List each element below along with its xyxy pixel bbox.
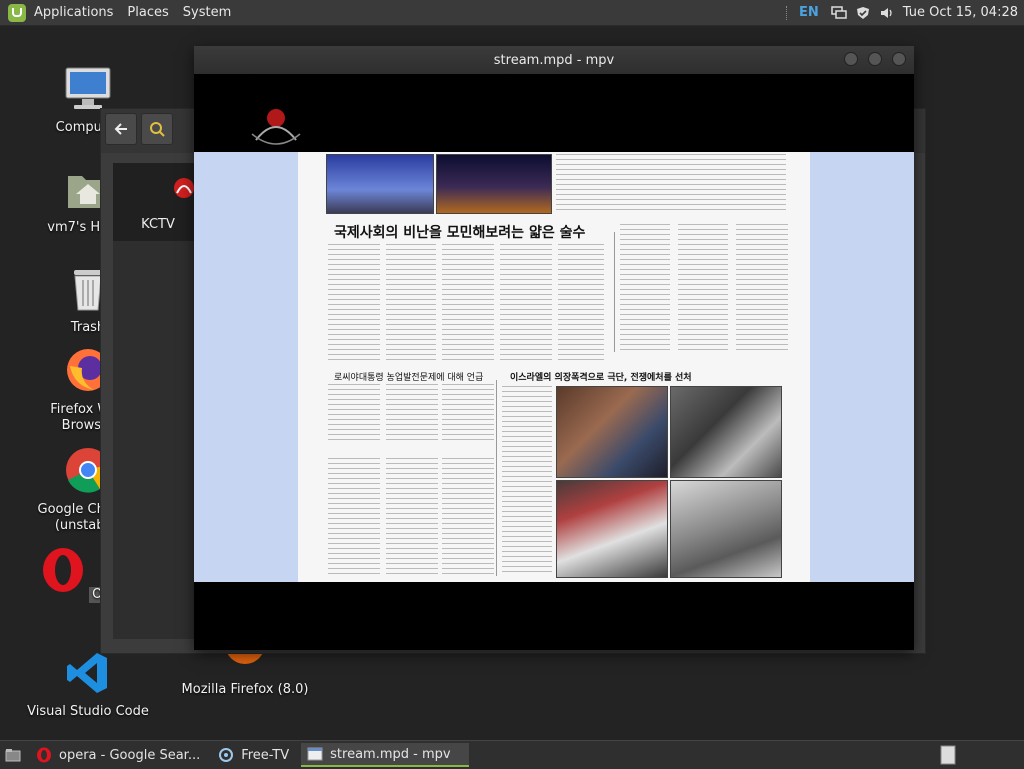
maximize-button[interactable]	[868, 52, 882, 66]
minimize-button[interactable]	[844, 52, 858, 66]
desktop-icon-label: Mozilla Firefox (8.0)	[181, 682, 309, 697]
channel-label: KCTV	[141, 217, 175, 232]
workspace-icon	[940, 745, 956, 765]
taskbar: opera - Google Sear... Free-TV stream.mp…	[0, 740, 1024, 769]
text-column	[442, 384, 494, 442]
desktop-icon-vscode[interactable]: Visual Studio Code	[23, 650, 153, 720]
menu-system[interactable]: System	[183, 5, 231, 20]
top-panel: Applications Places System EN Tue Oct 15…	[0, 0, 1024, 26]
text-column	[386, 244, 436, 364]
mpv-icon	[307, 747, 323, 761]
text-column	[502, 386, 552, 576]
computer-icon	[65, 67, 111, 109]
photo-buildings	[326, 154, 434, 214]
back-arrow-icon	[114, 123, 127, 135]
opera-icon	[37, 747, 51, 763]
taskbar-item-opera[interactable]: opera - Google Sear...	[30, 743, 208, 767]
text-column	[558, 244, 604, 364]
photo-crowd-1	[556, 386, 668, 478]
channel-item-kctv[interactable]: KCTV	[113, 163, 203, 241]
clock[interactable]: Tue Oct 15, 04:28	[903, 5, 1018, 20]
volume-icon[interactable]	[879, 6, 895, 20]
text-column	[500, 244, 552, 364]
show-desktop-button[interactable]	[2, 745, 24, 765]
mint-menu-icon[interactable]	[8, 3, 26, 22]
system-tray: EN Tue Oct 15, 04:28	[786, 0, 1024, 25]
search-icon	[150, 122, 165, 137]
text-column	[386, 384, 438, 442]
shield-icon[interactable]	[855, 6, 871, 20]
headline-left-1: 로씨야대통령 농업발전문제에 대해 언급	[334, 373, 484, 383]
network-icon[interactable]	[831, 5, 847, 20]
kctv-watermark-icon	[251, 109, 301, 145]
taskbar-item-label: opera - Google Sear...	[59, 747, 201, 763]
text-column	[442, 244, 494, 364]
menu-applications[interactable]: Applications	[34, 5, 113, 20]
text-column	[678, 224, 728, 354]
taskbar-item-free-tv[interactable]: Free-TV	[212, 743, 297, 767]
taskbar-item-label: stream.mpd - mpv	[330, 746, 451, 762]
mpv-titlebar[interactable]: stream.mpd - mpv	[194, 46, 914, 75]
taskbar-item-label: Free-TV	[241, 747, 290, 763]
menu-places[interactable]: Places	[127, 5, 168, 20]
taskbar-item-mpv[interactable]: stream.mpd - mpv	[301, 743, 470, 767]
text-column	[328, 458, 380, 576]
headline-bottom: 이스라엘의 의장폭격으로 극단, 전쟁에처를 선처	[510, 373, 692, 383]
text-column	[620, 224, 670, 354]
close-button[interactable]	[892, 52, 906, 66]
window-title: stream.mpd - mpv	[493, 53, 615, 68]
headline-main: 국제사회의 비난을 모민해보려는 얇은 술수	[334, 225, 586, 241]
opera-icon	[43, 548, 84, 592]
tray-separator	[786, 5, 789, 20]
workspace-switcher[interactable]	[940, 745, 956, 769]
photo-rubble	[670, 480, 782, 578]
text-column	[736, 224, 788, 354]
text-column	[328, 384, 380, 442]
mpv-window[interactable]: stream.mpd - mpv 국제사회의 비난을 모민해보려는 얇은 술수	[194, 46, 914, 650]
vscode-icon	[67, 653, 107, 693]
search-button[interactable]	[141, 113, 173, 145]
text-column	[328, 244, 380, 364]
column-rule	[496, 380, 497, 576]
video-area[interactable]: 국제사회의 비난을 모민해보려는 얇은 술수 로씨야대통령 농업발전문제에 대해…	[194, 74, 914, 650]
photo-night-city	[436, 154, 552, 214]
keyboard-layout-indicator[interactable]: EN	[799, 5, 819, 20]
text-column	[442, 458, 494, 576]
photo-crowd-3	[556, 480, 668, 578]
show-desktop-icon	[5, 749, 21, 762]
back-button[interactable]	[105, 113, 137, 145]
column-rule	[614, 232, 615, 352]
newspaper-page: 국제사회의 비난을 모민해보려는 얇은 술수 로씨야대통령 농업발전문제에 대해…	[298, 152, 810, 582]
photo-crowd-2	[670, 386, 782, 478]
text-column	[386, 458, 438, 576]
freetv-icon	[219, 748, 234, 762]
text-block-top	[556, 154, 786, 214]
desktop-icon-label: Visual Studio Code	[27, 704, 149, 719]
